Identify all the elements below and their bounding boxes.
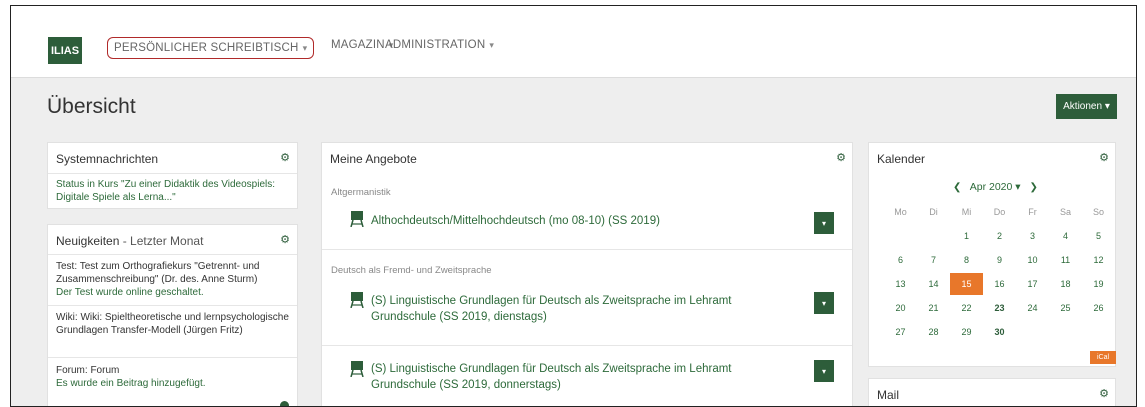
calendar-navigation: ❮ Apr 2020 ▾ ❯ [953, 181, 1038, 193]
chalkboard-icon [350, 361, 364, 377]
calendar-week-row: 27 28 29 30 [884, 321, 1116, 343]
nav-administration[interactable]: ADMINISTRATION ▾ [385, 39, 494, 51]
item-actions-dropdown[interactable]: ▾ [814, 360, 834, 382]
ilias-logo[interactable]: ILIAS [48, 37, 82, 64]
nav-persoenlicher-schreibtisch[interactable]: PERSÖNLICHER SCHREIBTISCH ▾ [107, 37, 315, 59]
calendar-day[interactable]: 22 [950, 297, 983, 319]
weekday-label: So [1092, 207, 1104, 217]
chalkboard-icon [350, 292, 364, 308]
calendar-day[interactable]: 8 [950, 249, 983, 271]
gear-icon[interactable]: ⚙ [1099, 153, 1109, 164]
chalkboard-icon [350, 211, 364, 227]
nav-label: MAGAZIN [331, 39, 385, 51]
calendar-empty-cell [884, 225, 917, 247]
calendar-week-row: 12345 [884, 225, 1116, 247]
panel-title: Neuigkeiten - Letzter Monat [56, 234, 203, 248]
calendar-day[interactable]: 29 [950, 321, 983, 343]
calendar-empty-cell [917, 225, 950, 247]
gear-icon[interactable]: ⚙ [280, 235, 290, 246]
gear-icon[interactable]: ⚙ [836, 153, 846, 164]
page-title: Übersicht [47, 95, 136, 118]
news-item-text[interactable]: Forum: Forum [56, 364, 292, 377]
calendar-day[interactable]: 16 [983, 273, 1016, 295]
calendar-day[interactable]: 18 [1049, 273, 1082, 295]
news-item-link[interactable]: Der Test wurde online geschaltet. [56, 286, 292, 299]
calendar-day[interactable]: 13 [884, 273, 917, 295]
chevron-left-icon[interactable]: ❮ [953, 182, 961, 193]
panel-title: Systemnachrichten [56, 152, 159, 166]
notification-dot [280, 401, 289, 406]
calendar-day[interactable]: 4 [1049, 225, 1082, 247]
nav-label: PERSÖNLICHER SCHREIBTISCH [114, 42, 299, 54]
calendar-week-row: 13 14 15 16 17 18 19 [884, 273, 1116, 295]
month-selector[interactable]: Apr 2020 ▾ [970, 181, 1021, 193]
calendar-day[interactable]: 10 [1016, 249, 1049, 271]
system-messages-panel: Systemnachrichten ⚙ Status in Kurs "Zu e… [47, 142, 298, 209]
course-link[interactable]: (S) Linguistische Grundlagen für Deutsch… [371, 361, 771, 393]
panel-title: Meine Angebote [330, 152, 417, 166]
news-subtitle: - Letzter Monat [119, 234, 204, 248]
gear-icon[interactable]: ⚙ [280, 153, 290, 164]
weekday-label: Sa [1059, 207, 1071, 217]
calendar-day[interactable]: 14 [917, 273, 950, 295]
calendar-day[interactable]: 6 [884, 249, 917, 271]
chevron-right-icon[interactable]: ❯ [1029, 182, 1037, 193]
calendar-day[interactable]: 9 [983, 249, 1016, 271]
calendar-empty-cell [1082, 321, 1115, 343]
calendar-day[interactable]: 30 [983, 321, 1016, 343]
weekday-label: Do [993, 207, 1006, 217]
item-actions-dropdown[interactable]: ▾ [814, 292, 834, 314]
calendar-day[interactable]: 26 [1082, 297, 1115, 319]
panel-title: Mail [877, 388, 900, 402]
calendar-day[interactable]: 21 [917, 297, 950, 319]
news-panel: Neuigkeiten - Letzter Monat ⚙ Test: Test… [47, 224, 298, 406]
calendar-day[interactable]: 5 [1082, 225, 1115, 247]
calendar-day-today[interactable]: 15 [950, 273, 983, 295]
course-link[interactable]: Althochdeutsch/Mittelhochdeutsch (mo 08-… [371, 213, 801, 229]
ical-button[interactable]: iCal [1090, 351, 1116, 364]
panel-title: Kalender [877, 152, 926, 166]
weekday-label: Mi [961, 207, 972, 217]
category-label: Deutsch als Fremd- und Zweitsprache [331, 265, 492, 276]
course-link[interactable]: (S) Linguistische Grundlagen für Deutsch… [371, 293, 771, 325]
calendar-day[interactable]: 12 [1082, 249, 1115, 271]
weekday-label: Di [929, 207, 938, 217]
calendar-day[interactable]: 23 [983, 297, 1016, 319]
calendar-day[interactable]: 25 [1049, 297, 1082, 319]
calendar-day[interactable]: 20 [884, 297, 917, 319]
calendar-day[interactable]: 1 [950, 225, 983, 247]
caret-down-icon: ▾ [489, 40, 495, 50]
news-item-text[interactable]: Wiki: Wiki: Spieltheoretische und lernps… [56, 311, 292, 337]
calendar-day[interactable]: 17 [1016, 273, 1049, 295]
nav-label: ADMINISTRATION [385, 39, 486, 51]
calendar-day[interactable]: 3 [1016, 225, 1049, 247]
calendar-day[interactable]: 24 [1016, 297, 1049, 319]
mail-panel: Mail ⚙ [868, 378, 1116, 406]
ilias-window: ILIAS PERSÖNLICHER SCHREIBTISCH ▾ MAGAZIN… [10, 5, 1137, 407]
calendar-day[interactable]: 7 [917, 249, 950, 271]
news-title: Neuigkeiten [56, 234, 120, 248]
calendar-empty-cell [1016, 321, 1049, 343]
calendar-day[interactable]: 27 [884, 321, 917, 343]
calendar-empty-cell [1049, 321, 1082, 343]
my-offers-panel: Meine Angebote ⚙ Altgermanistik Althochd… [321, 142, 853, 406]
calendar-day[interactable]: 2 [983, 225, 1016, 247]
calendar-day[interactable]: 11 [1049, 249, 1082, 271]
category-label: Altgermanistik [331, 187, 391, 198]
weekday-label: Fr [1028, 207, 1037, 217]
system-message-link[interactable]: Status in Kurs "Zu einer Didaktik des Vi… [56, 178, 292, 204]
news-item-link[interactable]: Es wurde ein Beitrag hinzugefügt. [56, 377, 292, 390]
calendar-week-row: 6 7 8 9 10 11 12 [884, 249, 1116, 271]
calendar-day[interactable]: 19 [1082, 273, 1115, 295]
calendar-week-row: 20 21 22 23 24 25 26 [884, 297, 1116, 319]
news-item-text[interactable]: Test: Test zum Orthografiekurs "Getrennt… [56, 260, 292, 286]
caret-down-icon: ▾ [302, 43, 308, 53]
calendar-day[interactable]: 28 [917, 321, 950, 343]
item-actions-dropdown[interactable]: ▾ [814, 212, 834, 234]
weekday-label: Mo [894, 207, 907, 217]
gear-icon[interactable]: ⚙ [1099, 389, 1109, 400]
top-bar: ILIAS PERSÖNLICHER SCHREIBTISCH ▾ MAGAZIN… [11, 6, 1136, 78]
calendar-weekday-row: Mo Di Mi Do Fr Sa So [884, 201, 1116, 223]
actions-button[interactable]: Aktionen ▾ [1056, 94, 1117, 119]
